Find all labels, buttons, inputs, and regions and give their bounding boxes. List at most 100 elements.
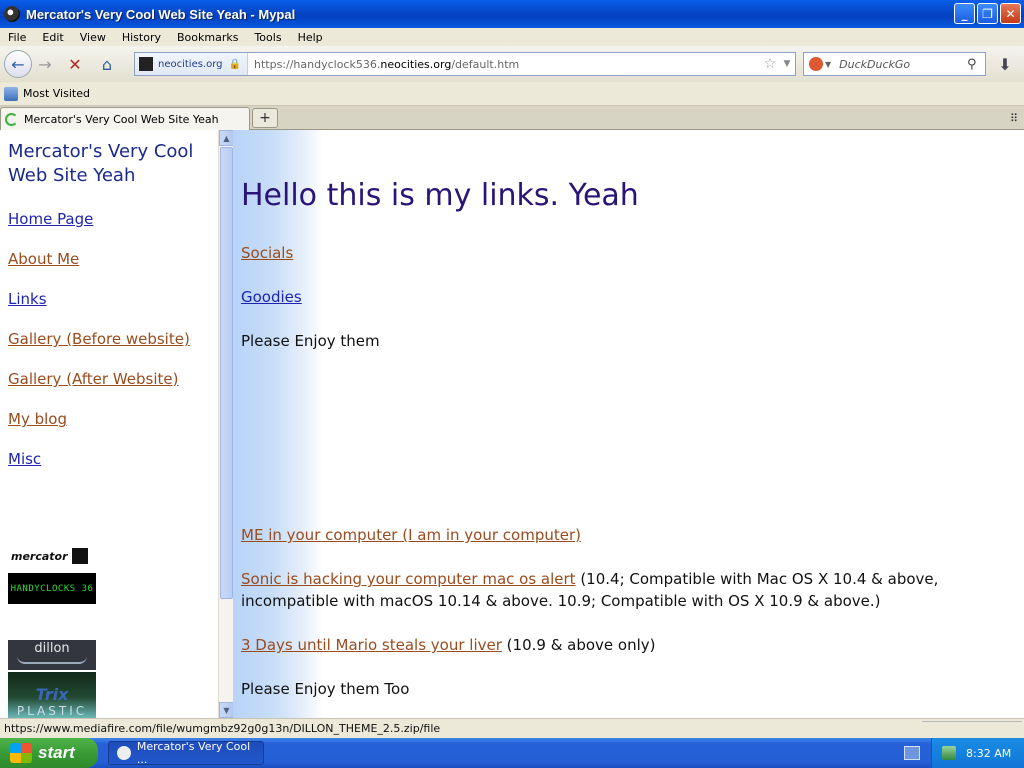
forward-arrow-icon: → bbox=[38, 54, 52, 74]
plus-icon: + bbox=[259, 110, 271, 126]
system-tray: 8:32 AM bbox=[931, 738, 1024, 768]
bookmarks-toolbar: Most Visited bbox=[0, 82, 1024, 106]
menu-edit[interactable]: Edit bbox=[34, 31, 71, 44]
sidebar-frame: Mercator's Very Cool Web Site Yeah Home … bbox=[0, 130, 218, 718]
start-button[interactable]: start bbox=[0, 738, 98, 768]
sonic-paragraph: Sonic is hacking your computer mac os al… bbox=[241, 568, 1011, 612]
mercator-button-badge[interactable]: mercator bbox=[8, 546, 96, 566]
sidebar-link-home-page[interactable]: Home Page bbox=[8, 210, 93, 228]
site-favicon-icon bbox=[139, 57, 153, 71]
stop-button[interactable]: ✕ bbox=[62, 51, 88, 77]
navigation-toolbar: ← → ✕ ⌂ neocities.org 🔒 https://handyclo… bbox=[0, 46, 1024, 82]
trix-badge-text: Trix bbox=[35, 685, 69, 704]
network-tray-icon[interactable] bbox=[942, 746, 956, 760]
minimize-button[interactable]: _ bbox=[954, 3, 975, 24]
close-button[interactable]: ✕ bbox=[1000, 3, 1021, 24]
menu-bar: File Edit View History Bookmarks Tools H… bbox=[0, 28, 1024, 46]
sidebar-link-my-blog[interactable]: My blog bbox=[8, 410, 67, 428]
search-icon[interactable]: ⚲ bbox=[967, 57, 985, 72]
bookmark-star-icon[interactable]: ☆ bbox=[761, 56, 779, 72]
taskbar-item-mypal[interactable]: Mercator's Very Cool ... bbox=[108, 740, 264, 766]
menu-tools[interactable]: Tools bbox=[246, 31, 289, 44]
search-input[interactable]: DuckDuckGo bbox=[839, 58, 967, 71]
tab-list-icon[interactable]: ⠿ bbox=[1010, 112, 1018, 125]
url-host: neocities.org bbox=[380, 57, 452, 71]
link-me-in-your-computer[interactable]: ME in your computer (I am in your comput… bbox=[241, 526, 581, 544]
sidebar-link-gallery-after[interactable]: Gallery (After Website) bbox=[8, 370, 178, 388]
sidebar-link-misc[interactable]: Misc bbox=[8, 450, 41, 468]
site-title: Mercator's Very Cool Web Site Yeah bbox=[8, 141, 194, 186]
trix-plastic-button-badge[interactable]: Trix PLASTIC bbox=[8, 672, 96, 718]
window-controls: _ ❐ ✕ bbox=[954, 3, 1021, 24]
engine-dropdown-icon[interactable]: ▼ bbox=[825, 60, 831, 69]
menu-bookmarks[interactable]: Bookmarks bbox=[169, 31, 246, 44]
handyclocks-button-badge[interactable]: HANDYCLOCKS 36 bbox=[8, 573, 96, 604]
tab-bar: Mercator's Very Cool Web Site Yeah + ⠿ bbox=[0, 106, 1024, 130]
most-visited-icon bbox=[4, 86, 18, 101]
duckduckgo-engine-icon[interactable] bbox=[809, 57, 823, 71]
scroll-down-button[interactable]: ▼ bbox=[219, 702, 234, 718]
site-identity-button[interactable]: neocities.org 🔒 bbox=[135, 53, 248, 75]
taskbar-item-label: Mercator's Very Cool ... bbox=[136, 740, 251, 766]
page-content: Mercator's Very Cool Web Site Yeah Home … bbox=[0, 130, 1024, 718]
tab-active[interactable]: Mercator's Very Cool Web Site Yeah bbox=[0, 107, 250, 130]
search-bar[interactable]: ▼ DuckDuckGo ⚲ bbox=[803, 52, 986, 76]
chevron-up-icon: ▲ bbox=[223, 133, 230, 143]
site-domain: neocities.org bbox=[158, 58, 223, 70]
link-mario-liver[interactable]: 3 Days until Mario steals your liver bbox=[241, 636, 502, 654]
menu-help[interactable]: Help bbox=[290, 31, 331, 44]
plastic-badge-text: PLASTIC bbox=[16, 704, 88, 718]
window-title: Mercator's Very Cool Web Site Yeah - Myp… bbox=[26, 6, 296, 22]
back-button[interactable]: ← bbox=[4, 50, 32, 78]
mario-compat-note: (10.9 & above only) bbox=[501, 636, 656, 654]
sidebar-scrollbar[interactable]: ▲ ▼ bbox=[218, 130, 234, 718]
dillon-badge-text: dillon bbox=[34, 641, 70, 656]
keyboard-tray-icon[interactable] bbox=[904, 746, 920, 760]
status-resize-grip[interactable] bbox=[922, 721, 1022, 735]
mypal-app-icon bbox=[4, 6, 20, 22]
home-icon: ⌂ bbox=[101, 54, 113, 74]
lock-icon: 🔒 bbox=[228, 58, 241, 70]
menu-history[interactable]: History bbox=[114, 31, 169, 44]
menu-view[interactable]: View bbox=[72, 31, 114, 44]
url-history-dropdown-icon[interactable]: ▼ bbox=[779, 59, 795, 69]
downloads-button[interactable]: ⬇ bbox=[992, 52, 1018, 76]
windows-flag-icon bbox=[10, 743, 32, 763]
scroll-thumb[interactable] bbox=[220, 147, 233, 599]
main-frame: Hello this is my links. Yeah Socials Goo… bbox=[233, 130, 1024, 718]
link-socials[interactable]: Socials bbox=[241, 244, 293, 262]
dillon-button-badge[interactable]: dillon bbox=[8, 640, 96, 670]
scroll-up-button[interactable]: ▲ bbox=[219, 130, 234, 146]
link-goodies[interactable]: Goodies bbox=[241, 288, 302, 306]
link-sonic-hacking[interactable]: Sonic is hacking your computer mac os al… bbox=[241, 570, 576, 588]
bookmark-most-visited[interactable]: Most Visited bbox=[23, 87, 90, 100]
sidebar-link-gallery-before[interactable]: Gallery (Before website) bbox=[8, 330, 190, 348]
back-arrow-icon: ← bbox=[11, 54, 25, 74]
url-text[interactable]: https://handyclock536.neocities.org/defa… bbox=[254, 58, 761, 71]
start-label: start bbox=[38, 743, 75, 762]
home-button[interactable]: ⌂ bbox=[94, 51, 120, 77]
mercator-logo-icon bbox=[71, 548, 88, 564]
enjoy-too-text: Please Enjoy them Too bbox=[241, 680, 410, 698]
chevron-down-icon: ▼ bbox=[223, 705, 230, 715]
tab-title: Mercator's Very Cool Web Site Yeah bbox=[24, 112, 219, 126]
page-heading: Hello this is my links. Yeah bbox=[241, 178, 639, 213]
window-title-bar[interactable]: Mercator's Very Cool Web Site Yeah - Myp… bbox=[0, 0, 1024, 28]
url-prefix: https://handyclock536. bbox=[253, 57, 381, 71]
sidebar-link-about-me[interactable]: About Me bbox=[8, 250, 79, 268]
url-path: /default.htm bbox=[451, 57, 520, 71]
mercator-badge-text: mercator bbox=[11, 549, 68, 563]
url-bar[interactable]: neocities.org 🔒 https://handyclock536.ne… bbox=[134, 52, 796, 76]
menu-file[interactable]: File bbox=[0, 31, 34, 44]
forward-button[interactable]: → bbox=[32, 51, 58, 77]
windows-taskbar: start Mercator's Very Cool ... 8:32 AM bbox=[0, 738, 1024, 768]
status-bar: https://www.mediafire.com/file/wumgmbz92… bbox=[0, 718, 1024, 738]
mario-paragraph: 3 Days until Mario steals your liver (10… bbox=[241, 634, 1011, 656]
maximize-button[interactable]: ❐ bbox=[977, 3, 998, 24]
enjoy-text: Please Enjoy them bbox=[241, 332, 380, 350]
sidebar-link-links[interactable]: Links bbox=[8, 290, 47, 308]
tray-clock[interactable]: 8:32 AM bbox=[966, 747, 1011, 760]
new-tab-button[interactable]: + bbox=[252, 108, 278, 128]
status-link-url: https://www.mediafire.com/file/wumgmbz92… bbox=[4, 722, 441, 735]
dillon-smile-graphic bbox=[17, 656, 87, 664]
